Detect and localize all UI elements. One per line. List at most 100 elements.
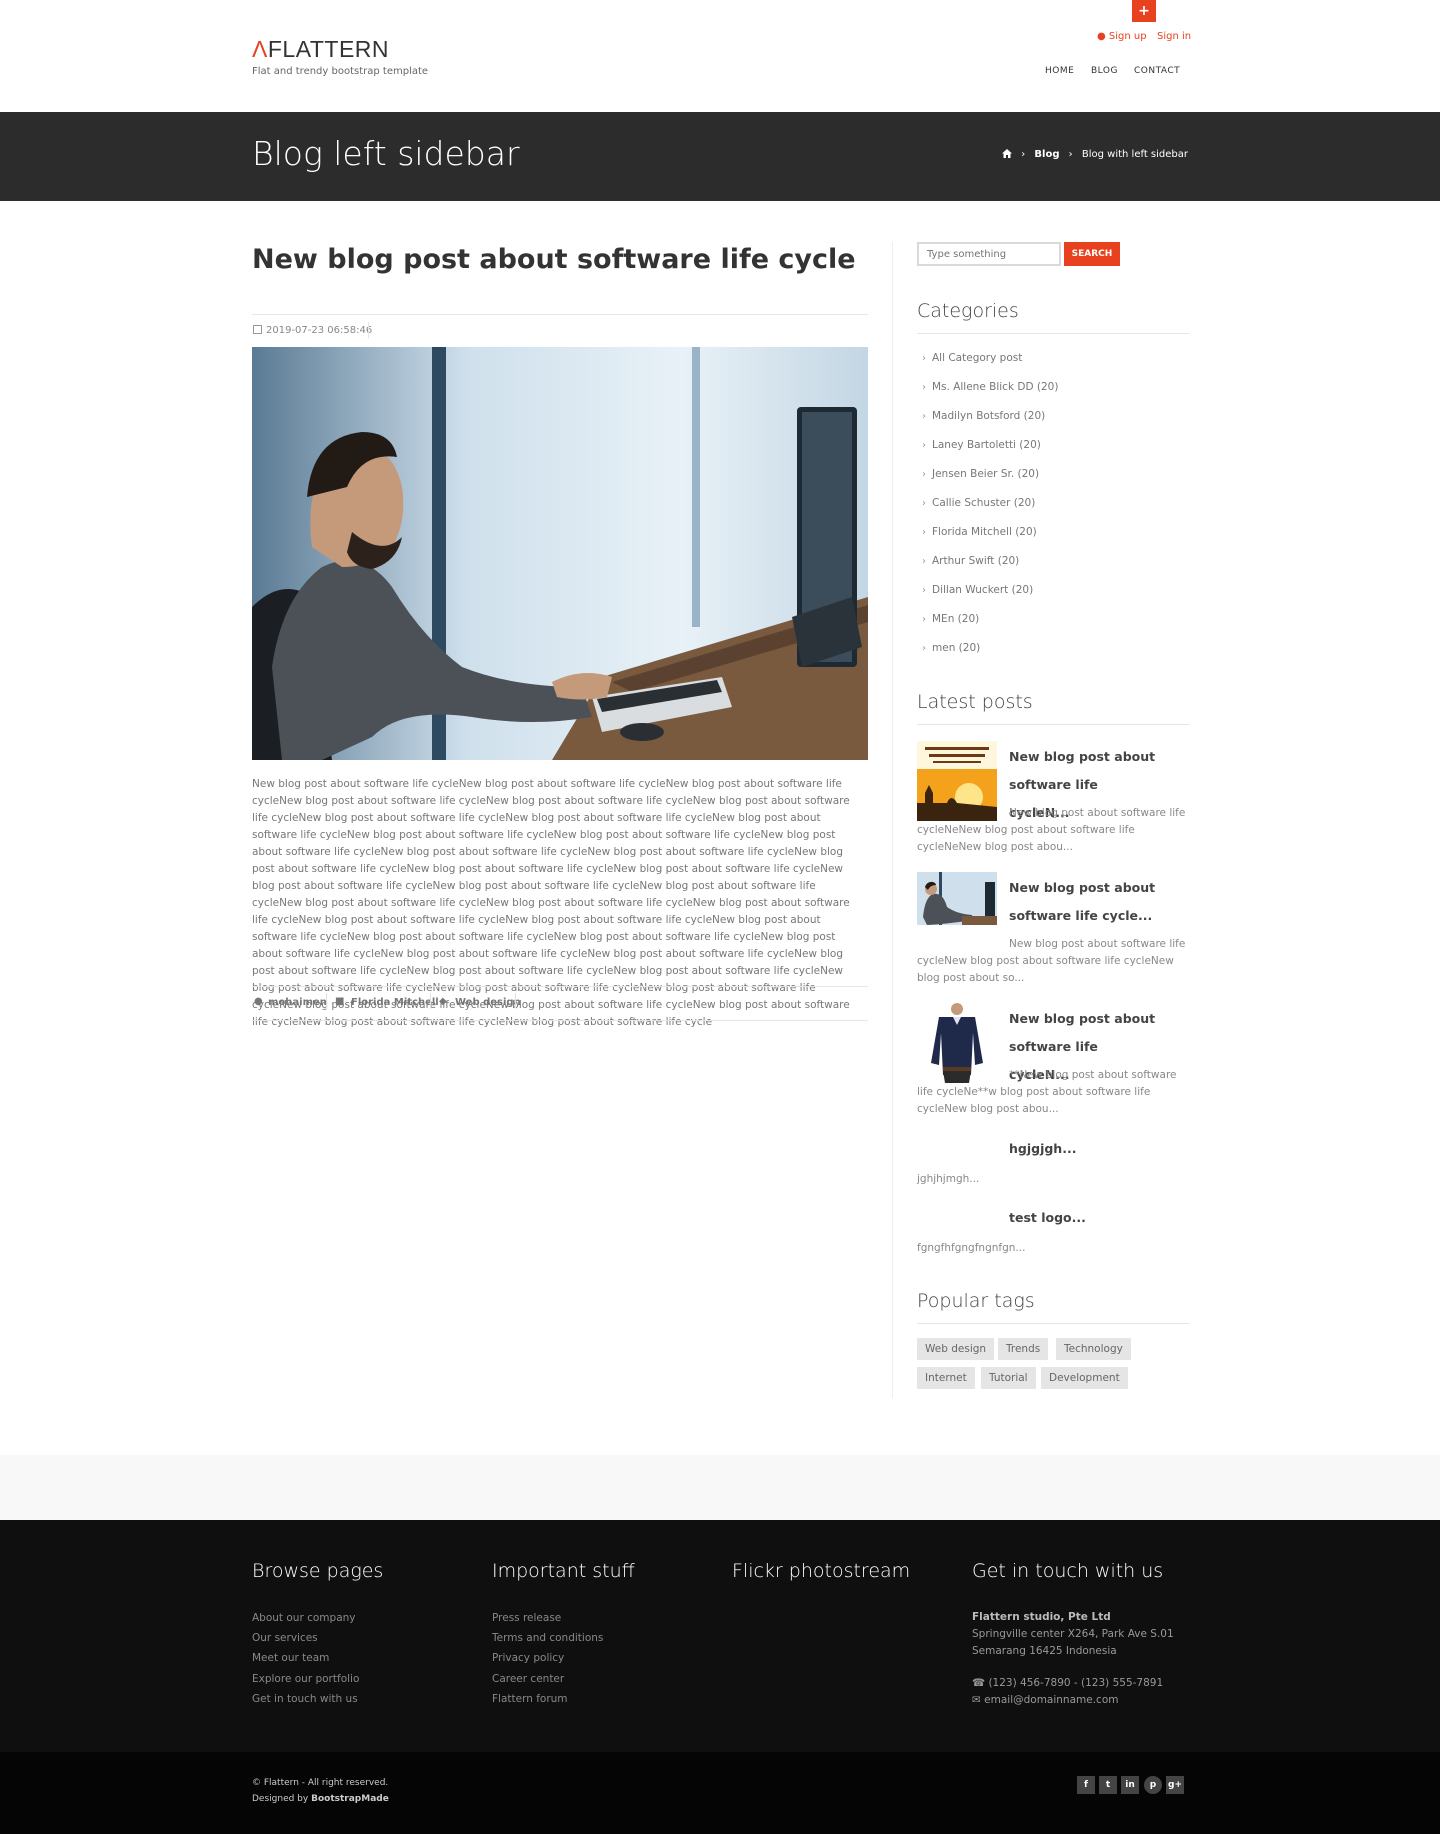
category-item[interactable]: › Florida Mitchell (20): [922, 526, 1037, 538]
nav-contact[interactable]: CONTACT: [1134, 66, 1180, 76]
tagline: Flat and trendy bootstrap template: [252, 66, 429, 77]
user-icon: ●: [1097, 31, 1106, 42]
chevron-right-icon: ›: [922, 527, 926, 538]
sidebar-divider: [892, 242, 893, 1398]
latest-post-excerpt: New blog post about software life cycleN…: [917, 807, 1186, 853]
latest-post-thumbnail[interactable]: [917, 872, 997, 925]
home-icon[interactable]: [1002, 149, 1013, 158]
latest-post-title[interactable]: hgjgjgh...: [1009, 1135, 1159, 1163]
popular-tags-title: Popular tags: [917, 1290, 1035, 1312]
logo-mark: Λ: [252, 36, 268, 62]
latest-post-title[interactable]: test logo...: [1009, 1204, 1159, 1232]
latest-posts-title: Latest posts: [917, 691, 1033, 713]
breadcrumb-current: Blog with left sidebar: [1081, 149, 1188, 160]
latest-post-excerpt: jghjhjmgh...: [917, 1173, 980, 1185]
latest-post-title[interactable]: New blog post about software life cycle..…: [1009, 874, 1159, 930]
breadcrumb-blog[interactable]: Blog: [1034, 149, 1059, 160]
chevron-right-icon: ›: [922, 614, 926, 625]
category-item[interactable]: › Arthur Swift (20): [922, 555, 1019, 567]
tag-chip[interactable]: Web design: [917, 1338, 995, 1360]
author-icon: ●: [254, 996, 263, 1007]
tag-chip[interactable]: Tutorial: [981, 1367, 1036, 1389]
footer-link[interactable]: Meet our team: [252, 1652, 329, 1664]
nav-blog[interactable]: BLOG: [1091, 66, 1118, 76]
search-button[interactable]: SEARCH: [1064, 242, 1120, 266]
category-item[interactable]: › Jensen Beier Sr. (20): [922, 468, 1039, 480]
footer-link[interactable]: Privacy policy: [492, 1652, 564, 1664]
twitter-icon[interactable]: t: [1099, 1776, 1117, 1794]
top-plus-button[interactable]: +: [1132, 0, 1156, 22]
email-line[interactable]: ✉ email@domainname.com: [972, 1694, 1118, 1706]
designed-by-link[interactable]: BootstrapMade: [311, 1794, 389, 1804]
post-author[interactable]: mohaimen: [268, 997, 327, 1008]
logo-text: FLATTERN: [267, 36, 390, 62]
site-header: ΛFLATTERN Flat and trendy bootstrap temp…: [0, 0, 1440, 112]
google-plus-icon[interactable]: g+: [1166, 1776, 1184, 1794]
facebook-icon[interactable]: f: [1077, 1776, 1095, 1794]
footer-link[interactable]: Flattern forum: [492, 1693, 568, 1705]
category-item[interactable]: › Callie Schuster (20): [922, 497, 1035, 509]
office-man-at-computer-illustration: [252, 347, 868, 760]
breadcrumb: › Blog › Blog with left sidebar: [1002, 148, 1188, 160]
divider: [252, 1020, 868, 1021]
chevron-right-icon: ›: [922, 382, 926, 393]
footer-link[interactable]: About our company: [252, 1612, 356, 1624]
chevron-right-icon: ›: [922, 498, 926, 509]
latest-post-excerpt: **New blog post about software life cycl…: [917, 1069, 1177, 1115]
search-input[interactable]: [917, 242, 1061, 266]
tag-chip[interactable]: Trends: [998, 1338, 1049, 1360]
category-item[interactable]: › MEn (20): [922, 613, 979, 625]
footer-link[interactable]: Terms and conditions: [492, 1632, 603, 1644]
footer-link[interactable]: Career center: [492, 1673, 564, 1685]
envelope-icon: ✉: [972, 1694, 981, 1706]
breadcrumb-sep: ›: [1021, 149, 1026, 160]
chevron-right-icon: ›: [922, 643, 926, 654]
tag-chip[interactable]: Development: [1041, 1367, 1128, 1389]
divider: [917, 333, 1189, 334]
post-title[interactable]: New blog post about software life cycle: [252, 244, 856, 275]
post-category[interactable]: Florida Mitchell: [351, 997, 439, 1008]
category-item[interactable]: › Ms. Allene Blick DD (20): [922, 381, 1058, 393]
category-item[interactable]: › Dillan Wuckert (20): [922, 584, 1033, 596]
footer-flickr-title: Flickr photostream: [732, 1560, 911, 1582]
latest-post-excerpt: New blog post about software life cycleN…: [917, 938, 1186, 984]
signin-link[interactable]: Sign in: [1157, 31, 1191, 42]
signup-label: Sign up: [1108, 31, 1147, 42]
footer-link[interactable]: Our services: [252, 1632, 318, 1644]
post-tag[interactable]: Web design: [455, 997, 521, 1008]
breadcrumb-sep: ›: [1068, 149, 1073, 160]
phone-line: ☎ (123) 456-7890 - (123) 555-7891: [972, 1677, 1164, 1689]
footer-link[interactable]: Press release: [492, 1612, 561, 1624]
page-title: Blog left sidebar: [252, 134, 520, 173]
designed-by: Designed by BootstrapMade: [252, 1794, 389, 1804]
signup-link[interactable]: ● Sign up: [1097, 31, 1147, 42]
chevron-right-icon: ›: [922, 353, 926, 364]
tag-chip[interactable]: Internet: [917, 1367, 975, 1389]
divider: [917, 1323, 1189, 1324]
pinterest-icon[interactable]: p: [1144, 1776, 1162, 1794]
chevron-right-icon: ›: [922, 469, 926, 480]
calendar-icon: [253, 325, 262, 334]
category-item[interactable]: › All Category post: [922, 352, 1022, 364]
logo[interactable]: ΛFLATTERN: [252, 36, 389, 63]
footer-contact-title: Get in touch with us: [972, 1560, 1164, 1582]
footer-link[interactable]: Explore our portfolio: [252, 1673, 359, 1685]
category-item[interactable]: › Laney Bartoletti (20): [922, 439, 1041, 451]
nav-home[interactable]: HOME: [1045, 66, 1074, 76]
page-titlebar: Blog left sidebar › Blog › Blog with lef…: [0, 112, 1440, 201]
tag-chip[interactable]: Technology: [1056, 1338, 1131, 1360]
category-item[interactable]: › men (20): [922, 642, 980, 654]
category-item[interactable]: › Madilyn Botsford (20): [922, 410, 1045, 422]
address-line: Springville center X264, Park Ave S.01: [972, 1628, 1174, 1640]
company-name: Flattern studio, Pte Ltd: [972, 1611, 1111, 1623]
chevron-right-icon: ›: [922, 585, 926, 596]
footer-browse-title: Browse pages: [252, 1560, 384, 1582]
site-footer: Browse pages About our company Our servi…: [0, 1520, 1440, 1752]
categories-title: Categories: [917, 300, 1019, 322]
linkedin-icon[interactable]: in: [1121, 1776, 1139, 1794]
latest-post-excerpt: fgngfhfgngfngnfgn...: [917, 1242, 1026, 1254]
footer-link[interactable]: Get in touch with us: [252, 1693, 358, 1705]
office-man-thumbnail: [917, 872, 997, 925]
footer-important-title: Important stuff: [492, 1560, 635, 1582]
pre-footer: [0, 1455, 1440, 1520]
